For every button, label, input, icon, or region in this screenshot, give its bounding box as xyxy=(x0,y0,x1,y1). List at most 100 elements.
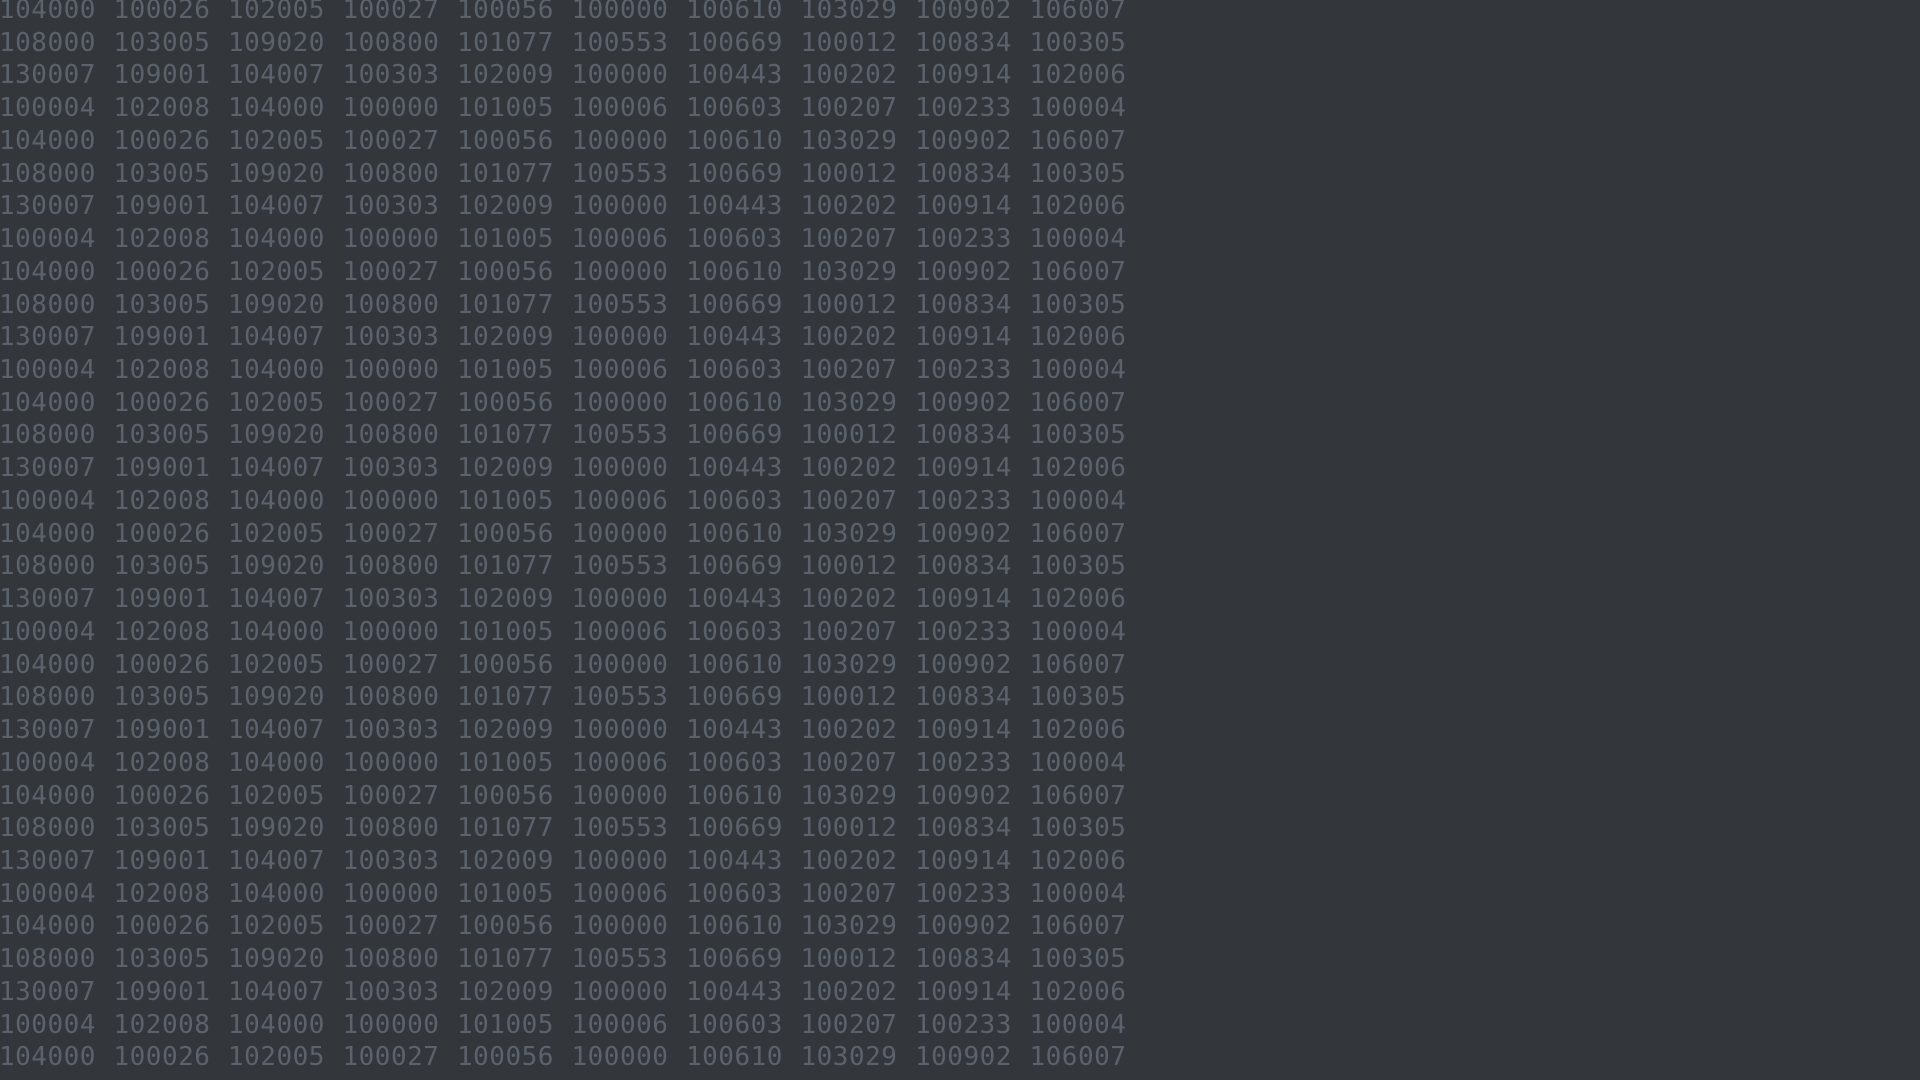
grid-number: 100669 xyxy=(686,551,783,582)
grid-number: 108000 xyxy=(0,158,96,189)
grid-number: 100800 xyxy=(342,27,440,58)
grid-number: 104007 xyxy=(228,976,325,1007)
grid-number: 100202 xyxy=(800,584,898,615)
grid-number: 100669 xyxy=(686,27,783,58)
grid-number: 100914 xyxy=(915,845,1012,876)
grid-number: 102008 xyxy=(113,616,211,647)
grid-number: 100669 xyxy=(686,682,783,713)
grid-number: 100233 xyxy=(915,878,1012,909)
grid-number: 100027 xyxy=(342,125,440,156)
grid-number: 106007 xyxy=(1029,649,1127,680)
grid-number: 101005 xyxy=(457,616,554,647)
grid-number: 100006 xyxy=(571,355,669,386)
grid-number: 103005 xyxy=(113,420,211,451)
grid-number: 103029 xyxy=(800,125,898,156)
grid-number: 109001 xyxy=(113,60,211,91)
grid-number: 100902 xyxy=(915,256,1012,287)
grid-number: 100000 xyxy=(342,878,440,909)
grid-number: 100303 xyxy=(342,453,440,484)
grid-number: 100305 xyxy=(1029,158,1127,189)
grid-number: 104007 xyxy=(228,191,325,222)
grid-number: 100000 xyxy=(342,93,440,124)
grid-number: 100610 xyxy=(686,387,783,418)
grid-number: 100006 xyxy=(571,616,669,647)
grid-number: 100603 xyxy=(686,1009,783,1040)
grid-number: 101077 xyxy=(457,420,554,451)
grid-number: 100800 xyxy=(342,158,440,189)
grid-number: 103029 xyxy=(800,518,898,549)
grid-number: 100006 xyxy=(571,878,669,909)
grid-number: 100834 xyxy=(915,289,1012,320)
grid-number: 100902 xyxy=(915,0,1012,25)
grid-number: 100004 xyxy=(0,485,96,516)
grid-number: 100610 xyxy=(686,0,783,25)
grid-number: 102009 xyxy=(457,60,554,91)
grid-number: 100056 xyxy=(457,387,554,418)
grid-number: 100056 xyxy=(457,256,554,287)
grid-number: 100026 xyxy=(113,125,211,156)
grid-number: 102006 xyxy=(1029,322,1127,353)
grid-number: 100914 xyxy=(915,60,1012,91)
grid-number: 100303 xyxy=(342,191,440,222)
grid-number: 104007 xyxy=(228,715,325,746)
grid-row: 104000 100026 102005 100027 100056 100000 1006… xyxy=(0,1042,1139,1072)
grid-number: 102008 xyxy=(113,224,211,255)
grid-number: 100004 xyxy=(1029,93,1127,124)
grid-number: 100000 xyxy=(571,976,669,1007)
grid-number: 106007 xyxy=(1029,0,1127,25)
grid-number: 106007 xyxy=(1029,780,1127,811)
grid-row: 100004 102008 104000 100000 101005 100006 1006… xyxy=(0,1010,1139,1040)
grid-number: 100800 xyxy=(342,551,440,582)
grid-row: 108000 103005 109020 100800 101077 100553 1006… xyxy=(0,28,1139,58)
grid-number: 100000 xyxy=(342,485,440,516)
grid-number: 104000 xyxy=(0,649,96,680)
grid-number: 100207 xyxy=(800,747,898,778)
grid-number: 104007 xyxy=(228,322,325,353)
grid-row: 100004 102008 104000 100000 101005 100006 1006… xyxy=(0,617,1139,647)
grid-number: 104007 xyxy=(228,845,325,876)
grid-number: 103029 xyxy=(800,780,898,811)
grid-number: 101077 xyxy=(457,944,554,975)
grid-number: 106007 xyxy=(1029,125,1127,156)
grid-number: 100004 xyxy=(0,1009,96,1040)
grid-number: 130007 xyxy=(0,191,96,222)
grid-number: 100443 xyxy=(686,715,783,746)
grid-number: 100000 xyxy=(342,616,440,647)
grid-row: 130007 109001 104007 100303 102009 100000 1004… xyxy=(0,453,1139,483)
grid-number: 100610 xyxy=(686,518,783,549)
grid-number: 100027 xyxy=(342,0,440,25)
grid-number: 108000 xyxy=(0,27,96,58)
grid-number: 100443 xyxy=(686,584,783,615)
grid-number: 104000 xyxy=(0,1042,96,1073)
grid-number: 100603 xyxy=(686,93,783,124)
grid-number: 109001 xyxy=(113,191,211,222)
grid-number: 100233 xyxy=(915,1009,1012,1040)
grid-number: 100834 xyxy=(915,944,1012,975)
grid-number: 130007 xyxy=(0,976,96,1007)
grid-number: 103029 xyxy=(800,0,898,25)
grid-number: 100305 xyxy=(1029,813,1127,844)
grid-number: 101077 xyxy=(457,158,554,189)
grid-row: 100004 102008 104000 100000 101005 100006 1006… xyxy=(0,748,1139,778)
grid-number: 130007 xyxy=(0,453,96,484)
grid-number: 102006 xyxy=(1029,845,1127,876)
grid-number: 104000 xyxy=(0,911,96,942)
grid-number: 100000 xyxy=(571,845,669,876)
grid-number: 101005 xyxy=(457,878,554,909)
grid-number: 102008 xyxy=(113,485,211,516)
grid-number: 104007 xyxy=(228,60,325,91)
grid-number: 104007 xyxy=(228,584,325,615)
grid-number: 100233 xyxy=(915,224,1012,255)
grid-number: 100000 xyxy=(571,584,669,615)
grid-row: 104000 100026 102005 100027 100056 100000 1006… xyxy=(0,257,1139,287)
grid-number: 100026 xyxy=(113,780,211,811)
grid-number: 100303 xyxy=(342,60,440,91)
grid-number: 100027 xyxy=(342,518,440,549)
grid-number: 100443 xyxy=(686,60,783,91)
grid-number: 100610 xyxy=(686,649,783,680)
grid-number: 100056 xyxy=(457,518,554,549)
grid-number: 104000 xyxy=(0,125,96,156)
grid-number: 103029 xyxy=(800,256,898,287)
grid-number: 102009 xyxy=(457,976,554,1007)
grid-number: 100012 xyxy=(800,551,898,582)
